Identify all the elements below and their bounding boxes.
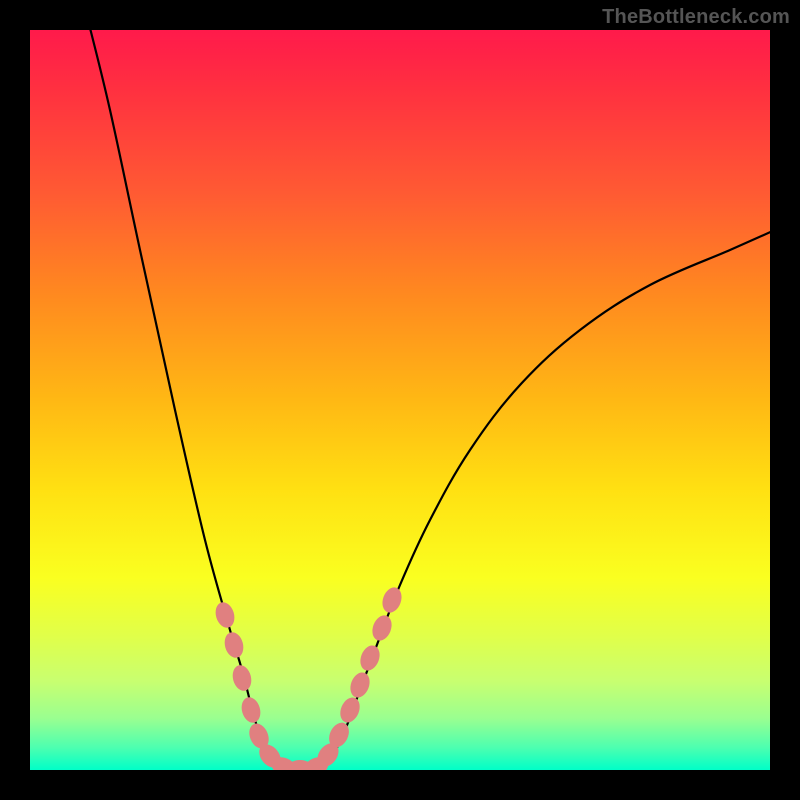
watermark-text: TheBottleneck.com — [602, 6, 790, 29]
marker-dot — [213, 600, 238, 630]
marker-dot — [230, 663, 254, 693]
bottleneck-curve — [88, 30, 770, 769]
bottleneck-curve-path — [88, 30, 770, 769]
marker-dot — [222, 630, 246, 660]
curve-layer — [30, 30, 770, 770]
plot-area — [30, 30, 770, 770]
marker-dot — [239, 695, 264, 725]
marker-dot — [369, 613, 395, 644]
marker-group — [213, 585, 405, 770]
chart-frame: TheBottleneck.com — [0, 0, 800, 800]
marker-dot — [379, 585, 405, 616]
marker-dot — [337, 695, 364, 726]
marker-dot — [347, 670, 373, 701]
marker-dot — [357, 643, 383, 674]
